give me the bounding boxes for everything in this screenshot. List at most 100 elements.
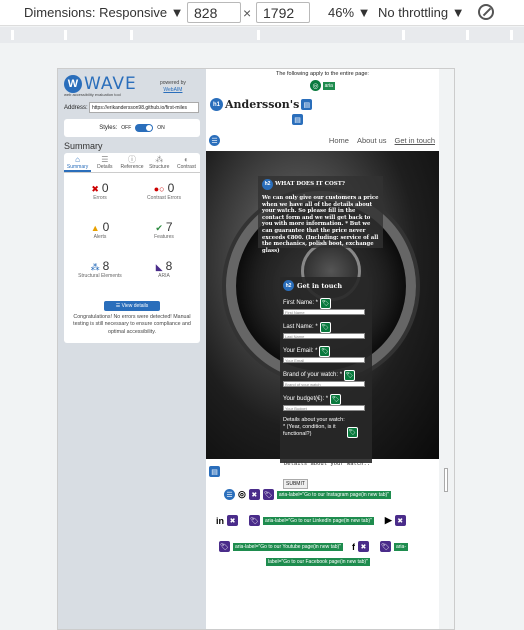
tab-details[interactable]: ☰ Details [91, 153, 118, 172]
tab-label: Summary [66, 164, 89, 170]
styles-toggle[interactable] [135, 124, 154, 132]
error-icon: ✖ [91, 184, 99, 194]
stat-aria[interactable]: ◣ 8 ARIA [134, 259, 194, 279]
aria-icon[interactable]: ✖ [394, 515, 406, 526]
label-tag-icon[interactable]: 🏷 [319, 321, 331, 333]
wave-logo: W WAVE [64, 74, 137, 94]
youtube-icon[interactable]: ▶ [385, 515, 392, 526]
aria-tag[interactable]: aria [322, 81, 335, 90]
zoom-dropdown[interactable]: 46% ▼ [328, 5, 371, 20]
h1-badge[interactable]: h1 [210, 98, 223, 111]
brand-title: Andersson's [225, 98, 300, 111]
wave-w-icon: W [64, 75, 82, 93]
stat-number: 8 [102, 259, 110, 273]
details-textarea[interactable]: Details about your watch.. [284, 461, 370, 467]
stat-label: Contrast Errors [147, 195, 181, 201]
feature-icon: ✔ [155, 223, 163, 233]
label-tag-icon[interactable]: 🏷 [319, 345, 331, 357]
label-tag-icon[interactable]: 🏷 [320, 297, 332, 309]
media-query-ruler [0, 27, 524, 43]
styles-toggle-row: Styles: OFF ON [64, 119, 200, 137]
view-details-button[interactable]: ☰ View details [104, 301, 160, 311]
device-scroll-gutter [439, 69, 454, 629]
devtools-toolbar: Dimensions: Responsive ▼ 828 × 1792 46% … [0, 0, 524, 26]
stat-features[interactable]: ✔ 7 Features [134, 220, 194, 240]
aria-label-instagram[interactable]: aria-label="Go to our Instagram page(in … [276, 490, 391, 499]
nav-get-in-touch[interactable]: Get in touch [395, 136, 435, 145]
styles-on-label: ON [157, 125, 165, 131]
stat-label: ARIA [158, 273, 170, 279]
info-icon: ⓘ [128, 155, 136, 164]
cost-info-box: h2 WHAT DOES IT COST? We can only give ou… [258, 176, 383, 254]
budget-input[interactable]: Your Budget [283, 405, 365, 411]
stat-label: Alerts [93, 234, 107, 240]
first-name-input[interactable]: First Name [283, 309, 365, 315]
h2-badge[interactable]: h2 [262, 179, 273, 190]
nav-region-icon[interactable]: ▤ [292, 114, 303, 125]
aria-label-youtube[interactable]: aria-label="Go to our Youtube page(in ne… [233, 542, 343, 551]
wave-tabs: ⌂ Summary ☰ Details ⓘ Reference ⁂ Structure … [64, 153, 200, 173]
email-label: Your Email: * [283, 348, 318, 354]
tab-reference[interactable]: ⓘ Reference [118, 153, 145, 172]
aria-icon[interactable]: ✖ [357, 541, 369, 552]
summary-panel: ⌂ Summary ☰ Details ⓘ Reference ⁂ Structure … [64, 153, 200, 343]
instagram-icon[interactable]: ◎ [238, 489, 246, 500]
tab-summary[interactable]: ⌂ Summary [64, 153, 92, 172]
webaim-link[interactable]: WebAIM [163, 87, 182, 93]
brand-input[interactable]: Brand of your watch [283, 381, 365, 387]
aria-label-icon[interactable]: 🏷 [219, 541, 230, 552]
congrats-message: Congratulations! No errors were detected… [73, 314, 191, 335]
submit-button[interactable]: SUBMIT [283, 479, 308, 489]
aria-label-icon[interactable]: 🏷 [262, 489, 274, 500]
last-name-input[interactable]: Last Name [283, 333, 365, 339]
site-preview: The following apply to the entire page: … [206, 69, 439, 629]
page-level-banner: The following apply to the entire page: … [206, 69, 439, 91]
height-input[interactable]: 1792 [256, 2, 310, 23]
width-input[interactable]: 828 [187, 2, 241, 23]
facebook-icon[interactable]: f [352, 542, 355, 552]
wave-sidebar: W WAVE web accessibility evaluation tool… [58, 69, 206, 629]
tab-contrast[interactable]: ◐ Contrast [173, 153, 200, 172]
label-tag-icon[interactable]: 🏷 [330, 393, 342, 405]
header-region-icon[interactable]: ▤ [301, 99, 313, 110]
aria-label-facebook-start[interactable]: aria- [393, 542, 408, 551]
last-name-label: Last Name: * [283, 324, 318, 330]
list-icon[interactable]: ☰ [209, 135, 220, 146]
rotate-icon[interactable] [478, 4, 494, 20]
aria-icon: ◣ [155, 262, 163, 272]
stat-errors[interactable]: ✖ 0 Errors [70, 181, 130, 201]
aria-label-facebook[interactable]: label="Go to our Facebook page(in new ta… [266, 558, 370, 566]
aria-label-icon[interactable]: 🏷 [249, 515, 260, 526]
h2-badge[interactable]: h2 [283, 280, 294, 291]
dimensions-dropdown[interactable]: Dimensions: Responsive ▼ [24, 5, 184, 20]
stat-number: 0 [102, 220, 110, 234]
details-label: Details about your watch: * (Year, condi… [283, 417, 345, 438]
stat-alerts[interactable]: ▲ 0 Alerts [70, 220, 130, 240]
resize-handle[interactable] [444, 468, 448, 492]
language-icon[interactable]: ◎ [310, 80, 322, 91]
styles-label: Styles: [99, 125, 118, 131]
alert-icon: ▲ [90, 223, 100, 233]
label-tag-icon[interactable]: 🏷 [344, 369, 356, 381]
throttling-dropdown[interactable]: No throttling ▼ [378, 5, 465, 20]
banner-text: The following apply to the entire page: [276, 71, 369, 77]
aria-icon[interactable]: ✖ [248, 489, 260, 500]
linkedin-icon[interactable]: in [216, 516, 224, 526]
address-input[interactable]: https://erikandersson98.github.io/first-… [89, 102, 199, 113]
nav-home[interactable]: Home [329, 136, 349, 145]
stat-number: 8 [165, 259, 173, 273]
nav-about[interactable]: About us [357, 136, 387, 145]
contrast-error-icon: ●○ [153, 184, 165, 194]
aria-icon[interactable]: ✖ [227, 515, 238, 526]
email-input[interactable]: Your Email [283, 357, 365, 363]
aria-label-icon[interactable]: 🏷 [379, 541, 391, 552]
aria-label-linkedin[interactable]: aria-label="Go to our LinkedIn page(in n… [263, 516, 374, 525]
stat-contrast[interactable]: ●○ 0 Contrast Errors [134, 181, 194, 201]
stat-structural[interactable]: ⁂ 8 Structural Elements [70, 259, 130, 279]
label-tag-icon[interactable]: 🏷 [346, 427, 358, 439]
list-icon[interactable]: ☰ [224, 489, 235, 500]
footer-region-icon[interactable]: ▤ [209, 466, 220, 477]
list-icon: ☰ [101, 155, 109, 164]
address-label: Address: [64, 105, 88, 111]
tab-structure[interactable]: ⁂ Structure [146, 153, 173, 172]
